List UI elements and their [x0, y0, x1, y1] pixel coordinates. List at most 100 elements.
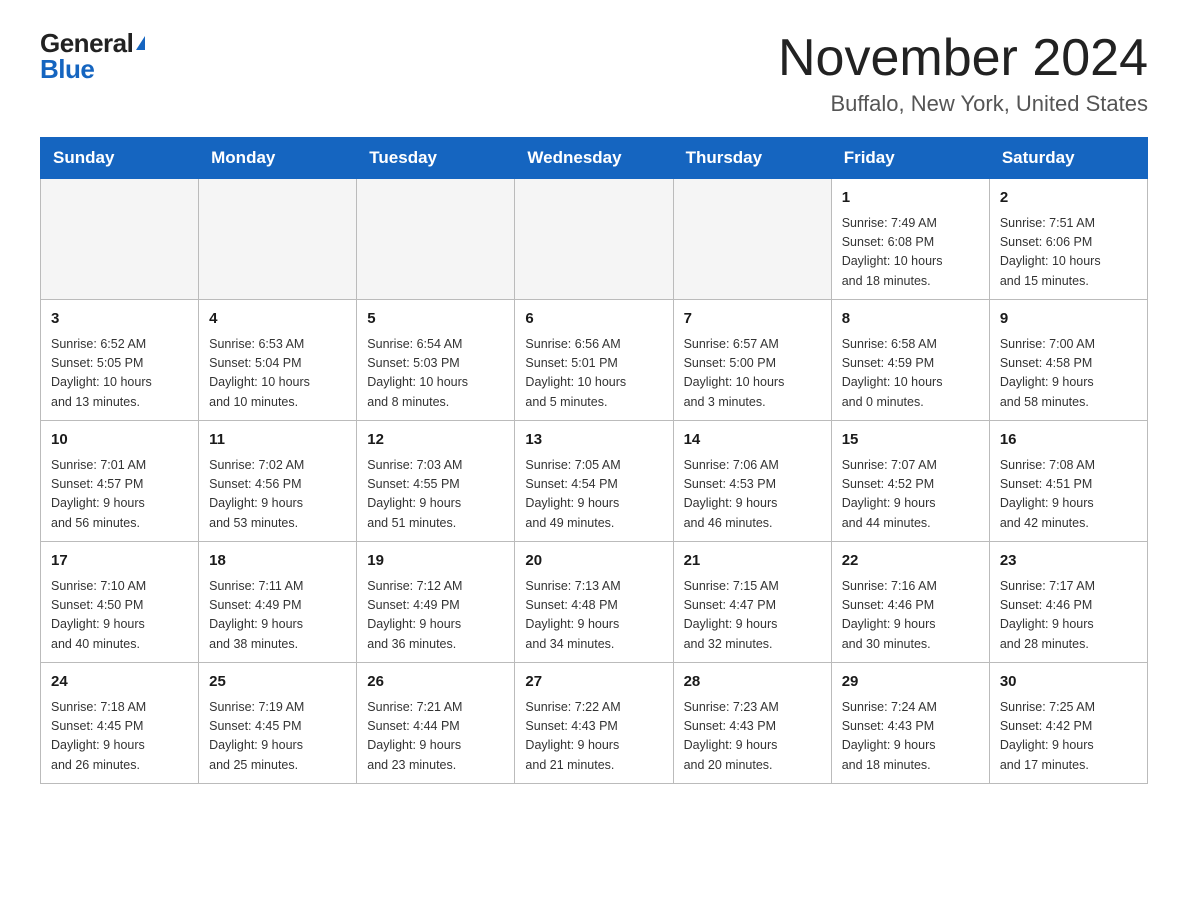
- day-info: Sunrise: 7:11 AM Sunset: 4:49 PM Dayligh…: [209, 577, 346, 655]
- col-monday: Monday: [199, 138, 357, 179]
- day-number: 23: [1000, 550, 1137, 573]
- calendar-cell: 10Sunrise: 7:01 AM Sunset: 4:57 PM Dayli…: [41, 421, 199, 542]
- day-info: Sunrise: 7:10 AM Sunset: 4:50 PM Dayligh…: [51, 577, 188, 655]
- day-info: Sunrise: 7:15 AM Sunset: 4:47 PM Dayligh…: [684, 577, 821, 655]
- day-info: Sunrise: 7:49 AM Sunset: 6:08 PM Dayligh…: [842, 214, 979, 292]
- calendar-cell: [673, 179, 831, 300]
- calendar-cell: 22 Sunrise: 7:16 AM Sunset: 4:46 PM Dayli…: [831, 542, 989, 663]
- calendar-cell: 25Sunrise: 7:19 AM Sunset: 4:45 PM Dayli…: [199, 663, 357, 784]
- day-info: Sunrise: 7:17 AM Sunset: 4:46 PM Dayligh…: [1000, 577, 1137, 655]
- day-number: 19: [367, 550, 504, 573]
- calendar-cell: 20 Sunrise: 7:13 AM Sunset: 4:48 PM Dayli…: [515, 542, 673, 663]
- month-title: November 2024: [778, 30, 1148, 87]
- calendar-cell: 16 Sunrise: 7:08 AM Sunset: 4:51 PM Dayli…: [989, 421, 1147, 542]
- calendar-cell: 26Sunrise: 7:21 AM Sunset: 4:44 PM Dayli…: [357, 663, 515, 784]
- calendar-cell: 28 Sunrise: 7:23 AM Sunset: 4:43 PM Dayli…: [673, 663, 831, 784]
- calendar-cell: [515, 179, 673, 300]
- day-info: Sunrise: 6:58 AM Sunset: 4:59 PM Dayligh…: [842, 335, 979, 413]
- col-tuesday: Tuesday: [357, 138, 515, 179]
- col-wednesday: Wednesday: [515, 138, 673, 179]
- calendar-cell: [41, 179, 199, 300]
- day-number: 21: [684, 550, 821, 573]
- day-number: 8: [842, 308, 979, 331]
- calendar-cell: 18Sunrise: 7:11 AM Sunset: 4:49 PM Dayli…: [199, 542, 357, 663]
- calendar-cell: [357, 179, 515, 300]
- day-info: Sunrise: 7:05 AM Sunset: 4:54 PM Dayligh…: [525, 456, 662, 534]
- day-info: Sunrise: 7:51 AM Sunset: 6:06 PM Dayligh…: [1000, 214, 1137, 292]
- calendar-table: Sunday Monday Tuesday Wednesday Thursday…: [40, 137, 1148, 784]
- day-number: 14: [684, 429, 821, 452]
- calendar-week-row: 1Sunrise: 7:49 AM Sunset: 6:08 PM Daylig…: [41, 179, 1148, 300]
- calendar-cell: 6Sunrise: 6:56 AM Sunset: 5:01 PM Daylig…: [515, 300, 673, 421]
- day-number: 5: [367, 308, 504, 331]
- day-info: Sunrise: 7:16 AM Sunset: 4:46 PM Dayligh…: [842, 577, 979, 655]
- day-info: Sunrise: 7:07 AM Sunset: 4:52 PM Dayligh…: [842, 456, 979, 534]
- calendar-cell: 24Sunrise: 7:18 AM Sunset: 4:45 PM Dayli…: [41, 663, 199, 784]
- calendar-cell: 14 Sunrise: 7:06 AM Sunset: 4:53 PM Dayli…: [673, 421, 831, 542]
- day-info: Sunrise: 7:18 AM Sunset: 4:45 PM Dayligh…: [51, 698, 188, 776]
- title-block: November 2024 Buffalo, New York, United …: [778, 30, 1148, 117]
- calendar-header-row: Sunday Monday Tuesday Wednesday Thursday…: [41, 138, 1148, 179]
- calendar-cell: 4 Sunrise: 6:53 AM Sunset: 5:04 PM Daylig…: [199, 300, 357, 421]
- calendar-cell: [199, 179, 357, 300]
- day-number: 28: [684, 671, 821, 694]
- calendar-week-row: 3 Sunrise: 6:52 AM Sunset: 5:05 PM Daylig…: [41, 300, 1148, 421]
- day-number: 12: [367, 429, 504, 452]
- col-saturday: Saturday: [989, 138, 1147, 179]
- calendar-cell: 7 Sunrise: 6:57 AM Sunset: 5:00 PM Daylig…: [673, 300, 831, 421]
- day-number: 3: [51, 308, 188, 331]
- day-number: 4: [209, 308, 346, 331]
- calendar-week-row: 24Sunrise: 7:18 AM Sunset: 4:45 PM Dayli…: [41, 663, 1148, 784]
- logo-blue: Blue: [40, 56, 145, 82]
- day-number: 11: [209, 429, 346, 452]
- day-info: Sunrise: 7:12 AM Sunset: 4:49 PM Dayligh…: [367, 577, 504, 655]
- day-info: Sunrise: 7:13 AM Sunset: 4:48 PM Dayligh…: [525, 577, 662, 655]
- calendar-cell: 13 Sunrise: 7:05 AM Sunset: 4:54 PM Dayli…: [515, 421, 673, 542]
- day-number: 7: [684, 308, 821, 331]
- day-info: Sunrise: 7:08 AM Sunset: 4:51 PM Dayligh…: [1000, 456, 1137, 534]
- calendar-cell: 29 Sunrise: 7:24 AM Sunset: 4:43 PM Dayli…: [831, 663, 989, 784]
- day-number: 9: [1000, 308, 1137, 331]
- calendar-cell: 2 Sunrise: 7:51 AM Sunset: 6:06 PM Daylig…: [989, 179, 1147, 300]
- day-number: 13: [525, 429, 662, 452]
- calendar-cell: 9 Sunrise: 7:00 AM Sunset: 4:58 PM Daylig…: [989, 300, 1147, 421]
- day-info: Sunrise: 6:52 AM Sunset: 5:05 PM Dayligh…: [51, 335, 188, 413]
- day-info: Sunrise: 7:19 AM Sunset: 4:45 PM Dayligh…: [209, 698, 346, 776]
- calendar-week-row: 17Sunrise: 7:10 AM Sunset: 4:50 PM Dayli…: [41, 542, 1148, 663]
- calendar-cell: 19 Sunrise: 7:12 AM Sunset: 4:49 PM Dayli…: [357, 542, 515, 663]
- calendar-cell: 1Sunrise: 7:49 AM Sunset: 6:08 PM Daylig…: [831, 179, 989, 300]
- day-number: 2: [1000, 187, 1137, 210]
- day-number: 22: [842, 550, 979, 573]
- calendar-cell: 30 Sunrise: 7:25 AM Sunset: 4:42 PM Dayli…: [989, 663, 1147, 784]
- calendar-cell: 15 Sunrise: 7:07 AM Sunset: 4:52 PM Dayli…: [831, 421, 989, 542]
- calendar-cell: 27Sunrise: 7:22 AM Sunset: 4:43 PM Dayli…: [515, 663, 673, 784]
- day-info: Sunrise: 6:57 AM Sunset: 5:00 PM Dayligh…: [684, 335, 821, 413]
- day-number: 16: [1000, 429, 1137, 452]
- day-info: Sunrise: 7:00 AM Sunset: 4:58 PM Dayligh…: [1000, 335, 1137, 413]
- day-info: Sunrise: 7:06 AM Sunset: 4:53 PM Dayligh…: [684, 456, 821, 534]
- day-info: Sunrise: 7:24 AM Sunset: 4:43 PM Dayligh…: [842, 698, 979, 776]
- day-info: Sunrise: 6:53 AM Sunset: 5:04 PM Dayligh…: [209, 335, 346, 413]
- calendar-cell: 5Sunrise: 6:54 AM Sunset: 5:03 PM Daylig…: [357, 300, 515, 421]
- day-info: Sunrise: 7:25 AM Sunset: 4:42 PM Dayligh…: [1000, 698, 1137, 776]
- logo: General Blue: [40, 30, 145, 82]
- day-info: Sunrise: 7:23 AM Sunset: 4:43 PM Dayligh…: [684, 698, 821, 776]
- day-number: 29: [842, 671, 979, 694]
- calendar-week-row: 10Sunrise: 7:01 AM Sunset: 4:57 PM Dayli…: [41, 421, 1148, 542]
- calendar-cell: 8 Sunrise: 6:58 AM Sunset: 4:59 PM Daylig…: [831, 300, 989, 421]
- col-thursday: Thursday: [673, 138, 831, 179]
- calendar-cell: 17Sunrise: 7:10 AM Sunset: 4:50 PM Dayli…: [41, 542, 199, 663]
- day-number: 15: [842, 429, 979, 452]
- day-info: Sunrise: 7:02 AM Sunset: 4:56 PM Dayligh…: [209, 456, 346, 534]
- calendar-cell: 3 Sunrise: 6:52 AM Sunset: 5:05 PM Daylig…: [41, 300, 199, 421]
- calendar-cell: 23 Sunrise: 7:17 AM Sunset: 4:46 PM Dayli…: [989, 542, 1147, 663]
- calendar-cell: 12 Sunrise: 7:03 AM Sunset: 4:55 PM Dayli…: [357, 421, 515, 542]
- day-info: Sunrise: 7:03 AM Sunset: 4:55 PM Dayligh…: [367, 456, 504, 534]
- calendar-cell: 11 Sunrise: 7:02 AM Sunset: 4:56 PM Dayli…: [199, 421, 357, 542]
- day-number: 30: [1000, 671, 1137, 694]
- day-info: Sunrise: 7:22 AM Sunset: 4:43 PM Dayligh…: [525, 698, 662, 776]
- logo-general: General: [40, 30, 145, 56]
- day-number: 20: [525, 550, 662, 573]
- calendar-cell: 21 Sunrise: 7:15 AM Sunset: 4:47 PM Dayli…: [673, 542, 831, 663]
- day-number: 26: [367, 671, 504, 694]
